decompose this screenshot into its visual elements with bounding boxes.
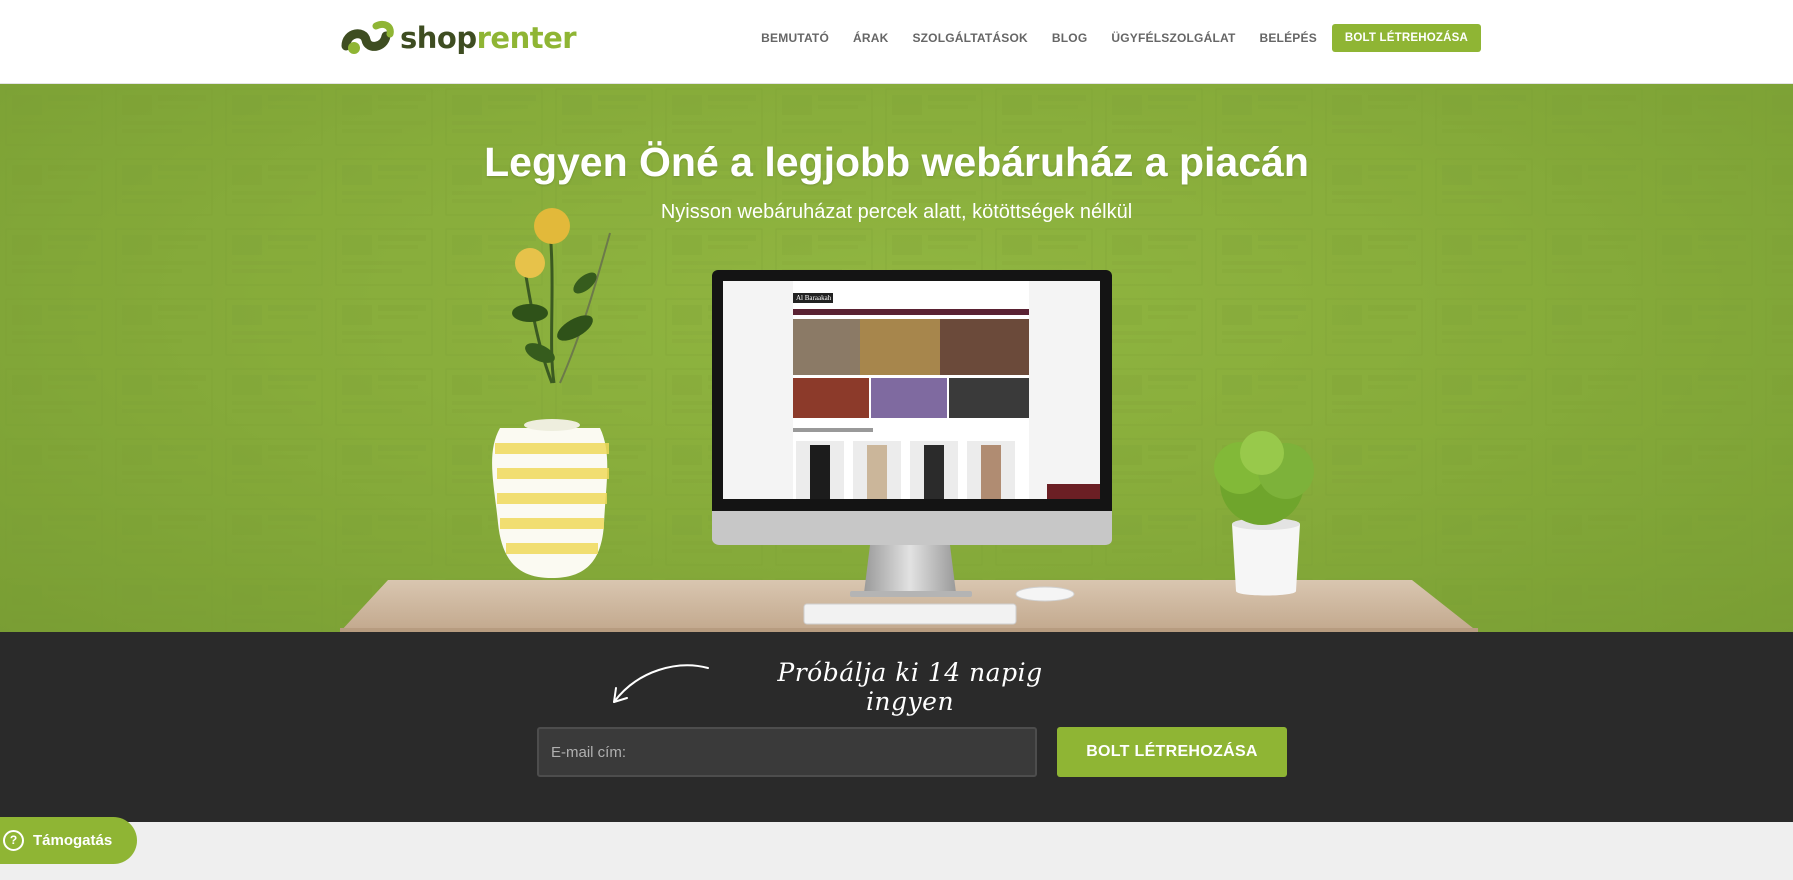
hero-subtitle: Nyisson webáruházat percek alatt, kötött… — [660, 201, 1133, 223]
logo-text: shoprenter — [400, 18, 577, 58]
logo-text-renter: renter — [476, 21, 577, 55]
arrow-icon — [613, 664, 709, 703]
main-nav: BEMUTATÓ ÁRAK SZOLGÁLTATÁSOK BLOG ÜGYFÉL… — [737, 24, 1481, 52]
mouse-illustration — [1015, 586, 1075, 602]
nav-item-szolgaltatasok[interactable]: SZOLGÁLTATÁSOK — [912, 24, 1027, 52]
nav-item-arak[interactable]: ÁRAK — [853, 24, 888, 52]
email-input[interactable] — [537, 727, 1037, 777]
create-shop-button-header[interactable]: BOLT LÉTREHOZÁSA — [1331, 24, 1481, 52]
logo[interactable]: shoprenter — [340, 18, 577, 58]
hero-section: Al Baraakah Legyen Öné a legjobb webáruh… — [0, 83, 1793, 632]
hero-title: Legyen Öné a legjobb webáruház a piacán — [484, 139, 1309, 185]
next-section — [0, 822, 1793, 880]
nav-item-belepes[interactable]: BELÉPÉS — [1259, 24, 1316, 52]
logo-icon — [341, 20, 394, 54]
question-icon: ? — [3, 830, 24, 851]
site-header: shoprenter BEMUTATÓ ÁRAK SZOLGÁLTATÁSOK … — [0, 0, 1793, 84]
nav-item-ugyfelszolgalat[interactable]: ÜGYFÉLSZOLGÁLAT — [1111, 24, 1235, 52]
support-label: Támogatás — [33, 832, 113, 849]
create-shop-button[interactable]: BOLT LÉTREHOZÁSA — [1057, 727, 1287, 777]
trial-tagline: Próbálja ki 14 napig ingyen — [777, 658, 1043, 716]
support-button[interactable]: ? Támogatás — [0, 817, 137, 864]
screen-brand-label: Al Baraakah — [796, 294, 832, 302]
nav-item-blog[interactable]: BLOG — [1052, 24, 1087, 52]
signup-section: Próbálja ki 14 napig ingyen BOLT LÉTREHO… — [0, 632, 1793, 822]
keyboard-illustration — [803, 603, 1017, 625]
nav-item-bemutato[interactable]: BEMUTATÓ — [761, 24, 829, 52]
logo-text-shop: shop — [400, 21, 477, 55]
